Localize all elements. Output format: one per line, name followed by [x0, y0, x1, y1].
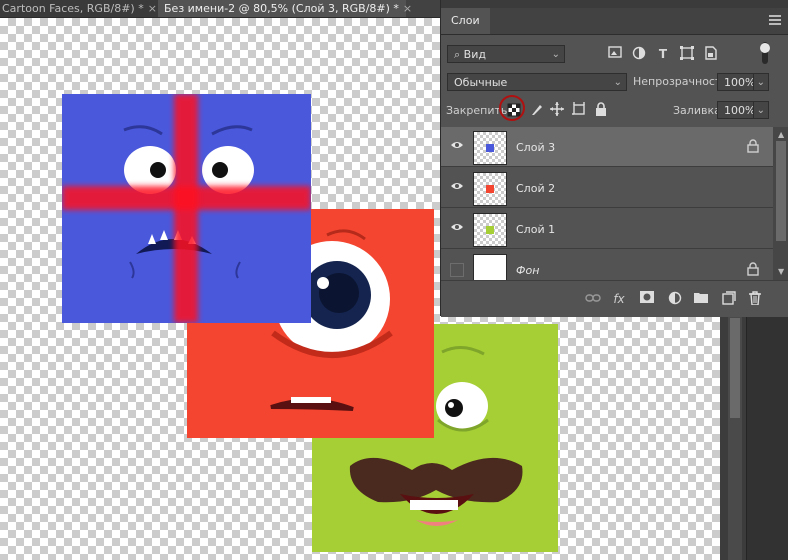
lock-position-icon[interactable] [549, 101, 565, 117]
fx-icon[interactable]: fx [611, 291, 627, 307]
chevron-down-icon: ⌄ [756, 77, 765, 88]
panel-menu-icon[interactable] [769, 15, 781, 25]
trash-icon[interactable] [747, 291, 763, 307]
document-tab-label: Без имени-2 @ 80,5% (Слой 3, RGB/8#) * [164, 2, 399, 15]
eye-icon[interactable] [449, 221, 465, 237]
layer-artwork-blue-face[interactable] [62, 94, 311, 323]
blend-mode-dropdown[interactable]: Обычные ⌄ [447, 73, 627, 91]
chevron-down-icon: ⌄ [613, 77, 622, 88]
tab-layers[interactable]: Слои [441, 8, 490, 34]
document-tab-label: Cartoon Faces, RGB/8#) * [2, 2, 144, 15]
visibility-toggle-empty[interactable] [450, 263, 464, 277]
close-icon[interactable]: × [403, 2, 412, 15]
filter-type-icon[interactable]: T [655, 46, 671, 62]
layer-name[interactable]: Слой 1 [516, 223, 555, 236]
layer-name[interactable]: Фон [516, 264, 539, 277]
side-panel-dock [746, 316, 788, 560]
search-icon: ⌕ [454, 48, 461, 61]
adjustment-icon[interactable] [667, 291, 683, 307]
layer-thumbnail [473, 131, 507, 165]
blue-face-illustration [62, 94, 311, 323]
filter-pixel-icon[interactable] [607, 46, 623, 62]
opacity-dropdown-button[interactable]: ⌄ [753, 73, 769, 91]
layer-name[interactable]: Слой 3 [516, 141, 555, 154]
layers-scrollbar[interactable]: ▲ ▼ [773, 127, 788, 280]
filter-toggle-switch[interactable] [757, 42, 773, 64]
panel-header-bar [441, 0, 788, 8]
lock-icon [747, 262, 759, 276]
blend-mode-value: Обычные [454, 76, 508, 89]
layer-filter-value: Вид [463, 48, 486, 61]
folder-icon[interactable] [693, 291, 709, 307]
scroll-up-icon[interactable]: ▲ [778, 130, 784, 139]
layers-panel: Слои ⌕ Вид ⌄ T Обычные ⌄ Непрозрачность:… [440, 0, 788, 317]
panel-tab-bar: Слои [441, 8, 788, 35]
document-tab-bar: Cartoon Faces, RGB/8#) * × Без имени-2 @ … [0, 0, 440, 18]
lock-artboard-icon[interactable] [571, 101, 587, 117]
layer-thumbnail [473, 172, 507, 206]
fill-value: 100% [724, 104, 756, 117]
filter-shape-icon[interactable] [679, 46, 695, 62]
layer-row-1[interactable]: Слой 1 [441, 209, 773, 249]
lock-icon [747, 139, 759, 153]
eye-icon[interactable] [449, 139, 465, 155]
mask-icon[interactable] [639, 291, 655, 307]
layer-thumbnail-content [486, 144, 494, 152]
layer-name[interactable]: Слой 2 [516, 182, 555, 195]
document-tab-untitled-2[interactable]: Без имени-2 @ 80,5% (Слой 3, RGB/8#) * × [158, 0, 412, 17]
new-layer-icon[interactable] [721, 291, 737, 307]
lock-image-pixels-icon[interactable] [529, 101, 545, 117]
scroll-down-icon[interactable]: ▼ [778, 267, 784, 276]
layers-panel-footer: fx [441, 280, 788, 317]
layers-scrollbar-thumb[interactable] [776, 141, 786, 241]
layer-row-2[interactable]: Слой 2 [441, 168, 773, 208]
filter-smart-object-icon[interactable] [703, 46, 719, 62]
opacity-value: 100% [724, 76, 756, 89]
chevron-down-icon: ⌄ [756, 105, 765, 116]
layer-thumbnail-content [486, 185, 494, 193]
filter-adjustment-icon[interactable] [631, 46, 647, 62]
layer-thumbnail [473, 213, 507, 247]
close-icon[interactable]: × [148, 2, 157, 15]
lock-all-icon[interactable] [593, 101, 609, 117]
highlight-circle [499, 95, 525, 121]
layer-row-3[interactable]: Слой 3 [441, 127, 773, 167]
layer-thumbnail-content [486, 226, 494, 234]
layer-filter-dropdown[interactable]: ⌕ Вид ⌄ [447, 45, 565, 63]
link-icon[interactable] [585, 291, 601, 307]
eye-icon[interactable] [449, 180, 465, 196]
chevron-down-icon: ⌄ [551, 49, 560, 60]
document-tab-cartoon-faces[interactable]: Cartoon Faces, RGB/8#) * × [0, 0, 158, 17]
scrollbar-thumb[interactable] [730, 318, 740, 418]
fill-dropdown-button[interactable]: ⌄ [753, 101, 769, 119]
